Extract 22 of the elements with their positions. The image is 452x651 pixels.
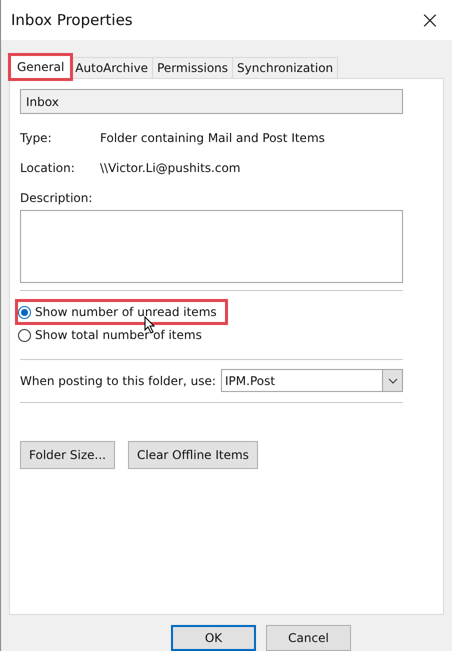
description-label: Description: <box>20 191 92 206</box>
dialog-button[interactable]: Cancel <box>266 625 351 651</box>
folder-button[interactable]: Folder Size... <box>20 441 115 470</box>
name-field[interactable]: Inbox <box>20 89 403 114</box>
radio-option[interactable]: Show total number of items <box>18 325 210 346</box>
property-label: Type: <box>20 131 53 146</box>
caret-icon <box>388 378 398 384</box>
property-value: Folder containing Mail and Post Items <box>100 131 325 146</box>
description-field[interactable] <box>20 210 403 284</box>
form-dropdown[interactable]: IPM.Post <box>221 369 403 392</box>
radio-icon <box>18 306 31 319</box>
tab[interactable]: Synchronization <box>232 57 338 80</box>
tab[interactable]: General <box>10 55 72 80</box>
property-value: \\Victor.Li@pushits.com <box>100 161 240 176</box>
dialog-button[interactable]: OK <box>171 625 256 651</box>
close-icon[interactable]: × <box>420 8 440 32</box>
window-title: Inbox Properties <box>11 10 133 29</box>
radio-option[interactable]: Show number of unread items <box>18 302 225 322</box>
folder-button[interactable]: Clear Offline Items <box>128 441 258 470</box>
property-label: Location: <box>20 161 76 176</box>
posting-label: When posting to this folder, use: <box>20 374 216 388</box>
radio-icon <box>18 328 31 342</box>
